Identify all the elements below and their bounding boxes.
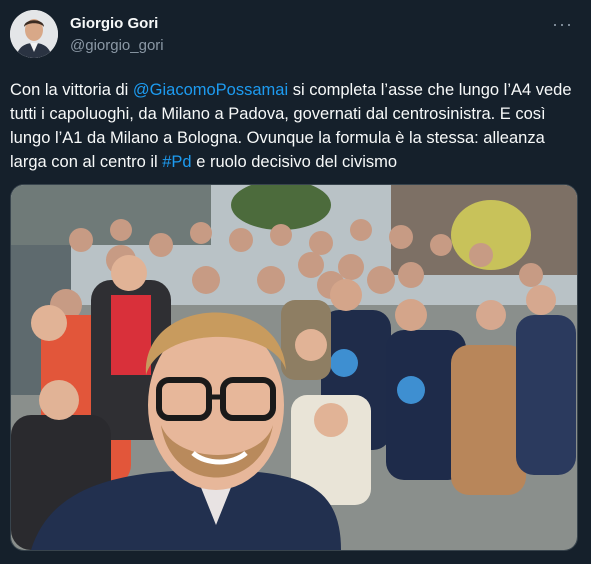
author-handle[interactable]: @giorgio_gori <box>70 37 164 54</box>
group-selfie-photo <box>11 185 577 550</box>
mention-link[interactable]: @GiacomoPossamai <box>133 81 288 99</box>
more-dots-icon[interactable]: ··· <box>552 14 573 35</box>
tweet-card: Giorgio Gori @giorgio_gori ··· Con la vi… <box>0 0 591 564</box>
tweet-photo[interactable] <box>10 184 578 551</box>
avatar-portrait <box>10 10 58 58</box>
avatar[interactable] <box>10 10 58 58</box>
tweet-text-part: e ruolo decisivo del civismo <box>191 153 398 171</box>
hashtag-link[interactable]: #Pd <box>162 153 191 171</box>
author-name[interactable]: Giorgio Gori <box>70 15 158 32</box>
tweet-text-part: Con la vittoria di <box>10 81 133 99</box>
tweet-text: Con la vittoria di @GiacomoPossamai si c… <box>10 78 580 174</box>
